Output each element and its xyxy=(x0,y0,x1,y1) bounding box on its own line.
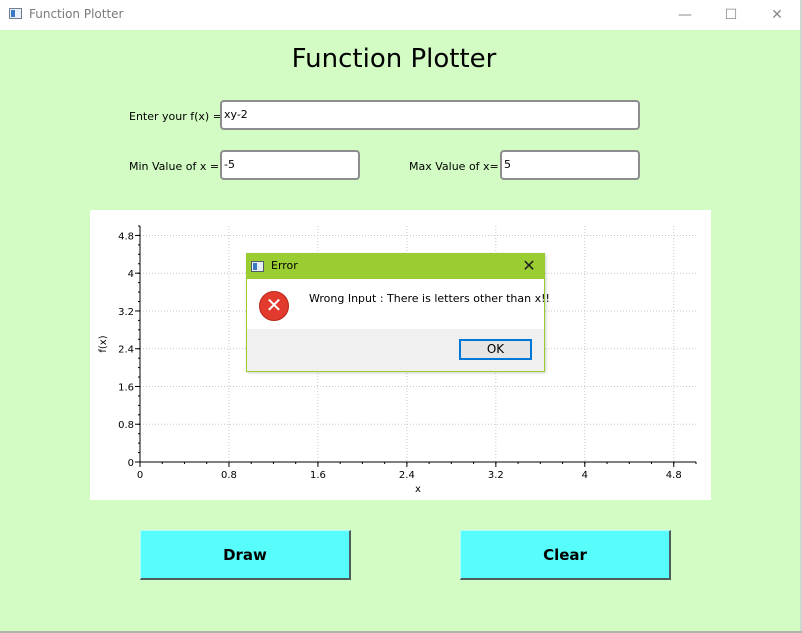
y-tick-label: 0 xyxy=(128,458,134,469)
y-axis-label: f(x) xyxy=(98,335,109,352)
min-x-label: Min Value of x = xyxy=(129,160,220,173)
max-x-label: Max Value of x= xyxy=(409,160,499,173)
error-dialog: Error ✕ ✕ Wrong Input : There is letters… xyxy=(246,253,550,372)
clear-button[interactable]: Clear xyxy=(460,530,671,580)
dialog-app-icon xyxy=(251,261,264,272)
fx-input[interactable]: xy-2 xyxy=(220,100,640,130)
dialog-title-bar: Error ✕ xyxy=(247,254,544,279)
fx-label: Enter your f(x) = xyxy=(129,110,222,123)
dialog-body: ✕ Wrong Input : There is letters other t… xyxy=(247,279,550,329)
y-tick-label: 1.6 xyxy=(118,382,134,393)
dialog-title: Error xyxy=(271,259,298,272)
x-axis-label: x xyxy=(415,484,421,495)
y-tick-label: 4.8 xyxy=(118,231,134,242)
dialog-message: Wrong Input : There is letters other tha… xyxy=(309,292,550,305)
y-tick-label: 3.2 xyxy=(118,307,134,318)
x-tick-label: 0 xyxy=(137,470,143,481)
y-tick-label: 4 xyxy=(128,269,134,280)
minimize-button[interactable]: — xyxy=(662,0,708,30)
dialog-close-button[interactable]: ✕ xyxy=(517,256,541,276)
close-button[interactable]: ✕ xyxy=(754,0,800,30)
x-tick-label: 4.8 xyxy=(666,470,682,481)
page-title: Function Plotter xyxy=(291,44,497,74)
y-tick-label: 0.8 xyxy=(118,420,134,431)
y-tick-label: 2.4 xyxy=(118,345,134,356)
window-title: Function Plotter xyxy=(29,7,124,21)
x-tick-label: 0.8 xyxy=(221,470,237,481)
title-bar: Function Plotter — ☐ ✕ xyxy=(0,0,802,30)
x-tick-label: 1.6 xyxy=(310,470,326,481)
maximize-button[interactable]: ☐ xyxy=(708,0,754,30)
x-tick-label: 4 xyxy=(582,470,588,481)
x-tick-label: 2.4 xyxy=(399,470,415,481)
draw-button[interactable]: Draw xyxy=(140,530,351,580)
x-tick-label: 3.2 xyxy=(488,470,504,481)
min-x-input[interactable]: -5 xyxy=(220,150,360,180)
max-x-input[interactable]: 5 xyxy=(500,150,640,180)
error-icon: ✕ xyxy=(259,291,289,321)
ok-button[interactable]: OK xyxy=(459,339,532,360)
app-window-icon xyxy=(9,8,22,19)
